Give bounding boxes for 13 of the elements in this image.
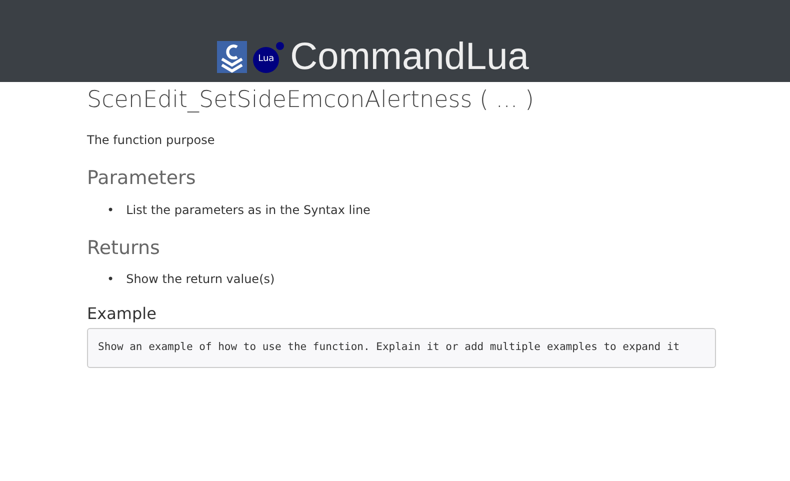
lua-logo: Lua <box>253 42 284 72</box>
list-item: Show the return value(s) <box>126 271 275 288</box>
bullet-mark: • <box>107 202 114 218</box>
section-heading: Parameters <box>87 166 197 190</box>
example-heading: Example <box>87 304 158 324</box>
purpose-text: The function purpose <box>87 132 216 149</box>
page-title: ScenEdit_SetSideEmconAlertness ( ... ) <box>87 86 536 115</box>
code-block: Show an example of how to use the function. Explain it or add multiple examples to expand it <box>87 328 716 368</box>
bullet-mark: • <box>107 271 114 288</box>
section-heading: Returns <box>87 236 161 260</box>
list-item: List the parameters as in the Syntax line <box>126 202 370 218</box>
logo-icon <box>217 41 248 73</box>
brand-title: CommandLua <box>290 38 529 76</box>
